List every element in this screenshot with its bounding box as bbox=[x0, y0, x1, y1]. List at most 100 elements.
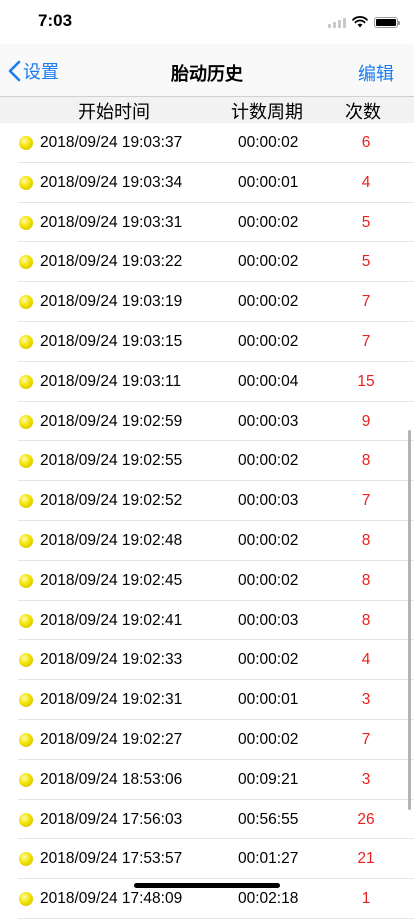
row-period: 00:00:02 bbox=[238, 730, 299, 748]
row-count: 8 bbox=[361, 611, 371, 629]
row-start-time: 2018/09/24 19:03:11 bbox=[40, 372, 182, 390]
movement-dot-icon bbox=[19, 215, 33, 230]
row-period: 00:00:02 bbox=[238, 293, 299, 311]
row-count: 3 bbox=[361, 770, 371, 788]
table-row[interactable]: 2018/09/24 19:03:34 00:00:01 4 bbox=[0, 163, 414, 203]
movement-dot-icon bbox=[19, 136, 33, 150]
table-header: 开始时间 计数周期 次数 bbox=[0, 97, 414, 123]
row-count: 8 bbox=[361, 531, 371, 549]
row-count: 5 bbox=[361, 213, 371, 231]
table-row[interactable]: 2018/09/24 19:03:19 00:00:02 7 bbox=[0, 282, 414, 322]
movement-dot-icon bbox=[19, 175, 33, 190]
row-period: 00:09:21 bbox=[238, 770, 299, 788]
row-period: 00:00:02 bbox=[238, 651, 299, 669]
row-period: 00:02:18 bbox=[238, 890, 299, 908]
row-start-time: 2018/09/24 19:02:33 bbox=[40, 651, 183, 669]
row-start-time: 2018/09/24 17:53:57 bbox=[40, 850, 183, 868]
row-count: 7 bbox=[361, 730, 371, 748]
status-bar: 7:03 bbox=[0, 0, 414, 44]
movement-dot-icon bbox=[19, 653, 33, 668]
movement-dot-icon bbox=[19, 772, 33, 787]
battery-icon bbox=[374, 16, 400, 28]
table-row[interactable]: 2018/09/24 19:02:33 00:00:02 4 bbox=[0, 640, 414, 680]
table-row[interactable]: 2018/09/24 19:03:31 00:00:02 5 bbox=[0, 203, 414, 243]
row-start-time: 2018/09/24 19:03:19 bbox=[40, 293, 183, 311]
row-period: 00:00:01 bbox=[238, 691, 299, 709]
row-count: 3 bbox=[361, 691, 371, 709]
row-start-time: 2018/09/24 19:02:55 bbox=[40, 452, 183, 470]
table-row[interactable]: 2018/09/24 17:53:57 00:01:27 21 bbox=[0, 839, 414, 879]
table-row[interactable]: 2018/09/24 19:02:45 00:00:02 8 bbox=[0, 561, 414, 601]
row-count: 21 bbox=[357, 850, 375, 868]
table-row[interactable]: 2018/09/24 17:56:03 00:56:55 26 bbox=[0, 800, 414, 840]
table-row[interactable]: 2018/09/24 19:02:55 00:00:02 8 bbox=[0, 441, 414, 481]
movement-dot-icon bbox=[19, 334, 33, 349]
row-start-time: 2018/09/24 19:03:31 bbox=[40, 213, 183, 231]
column-header-count: 次数 bbox=[345, 102, 381, 122]
movement-dot-icon bbox=[19, 613, 33, 628]
home-indicator[interactable] bbox=[134, 883, 280, 888]
row-period: 00:00:02 bbox=[238, 452, 299, 470]
table-row[interactable]: 2018/09/24 19:02:52 00:00:03 7 bbox=[0, 481, 414, 521]
table-row[interactable]: 2018/09/24 19:02:59 00:00:03 9 bbox=[0, 402, 414, 442]
table-row[interactable]: 2018/09/24 19:03:11 00:00:04 15 bbox=[0, 362, 414, 402]
battery-level bbox=[376, 18, 396, 26]
row-period: 00:00:02 bbox=[238, 134, 299, 151]
edit-button[interactable]: 编辑 bbox=[358, 60, 394, 86]
row-period: 00:00:02 bbox=[238, 531, 299, 549]
row-start-time: 2018/09/24 19:02:41 bbox=[40, 611, 183, 629]
row-count: 1 bbox=[361, 890, 371, 908]
row-count: 26 bbox=[357, 810, 375, 828]
column-header-start-time: 开始时间 bbox=[78, 102, 150, 122]
movement-dot-icon bbox=[19, 852, 33, 867]
row-count: 5 bbox=[361, 253, 371, 271]
table-row[interactable]: 2018/09/24 19:03:37 00:00:02 6 bbox=[0, 123, 414, 163]
row-count: 6 bbox=[361, 134, 371, 151]
row-count: 4 bbox=[361, 651, 371, 669]
row-period: 00:00:02 bbox=[238, 571, 299, 589]
row-start-time: 2018/09/24 19:02:31 bbox=[40, 691, 183, 709]
row-start-time: 2018/09/24 19:02:59 bbox=[40, 412, 183, 430]
movement-dot-icon bbox=[19, 255, 33, 270]
history-list[interactable]: 2018/09/24 19:03:37 00:00:02 6 2018/09/24 1… bbox=[0, 123, 414, 919]
row-start-time: 2018/09/24 19:02:45 bbox=[40, 571, 183, 589]
movement-dot-icon bbox=[19, 454, 33, 469]
row-count: 8 bbox=[361, 571, 371, 589]
movement-dot-icon bbox=[19, 732, 33, 747]
scrollbar[interactable] bbox=[408, 430, 411, 810]
wifi-icon bbox=[352, 16, 368, 28]
table-row[interactable]: 2018/09/24 19:03:15 00:00:02 7 bbox=[0, 322, 414, 362]
column-header-period: 计数周期 bbox=[231, 102, 303, 122]
row-period: 00:00:02 bbox=[238, 253, 299, 271]
movement-dot-icon bbox=[19, 374, 33, 389]
movement-dot-icon bbox=[19, 892, 33, 907]
row-start-time: 2018/09/24 18:53:06 bbox=[40, 770, 183, 788]
row-start-time: 2018/09/24 19:03:15 bbox=[40, 332, 183, 350]
movement-dot-icon bbox=[19, 573, 33, 588]
movement-dot-icon bbox=[19, 494, 33, 509]
row-start-time: 2018/09/24 19:03:22 bbox=[40, 253, 183, 271]
row-start-time: 2018/09/24 17:56:03 bbox=[40, 810, 183, 828]
row-period: 00:01:27 bbox=[238, 850, 299, 868]
row-period: 00:00:03 bbox=[238, 611, 299, 629]
row-start-time: 2018/09/24 19:02:27 bbox=[40, 730, 183, 748]
cellular-signal-icon bbox=[328, 17, 346, 28]
table-row[interactable]: 2018/09/24 19:02:31 00:00:01 3 bbox=[0, 680, 414, 720]
movement-dot-icon bbox=[19, 693, 33, 708]
table-row[interactable]: 2018/09/24 18:53:06 00:09:21 3 bbox=[0, 760, 414, 800]
movement-dot-icon bbox=[19, 812, 33, 827]
table-row[interactable]: 2018/09/24 19:02:41 00:00:03 8 bbox=[0, 601, 414, 641]
movement-dot-icon bbox=[19, 533, 33, 548]
row-start-time: 2018/09/24 19:02:48 bbox=[40, 531, 183, 549]
row-count: 4 bbox=[361, 173, 371, 191]
row-count: 7 bbox=[361, 492, 371, 510]
movement-dot-icon bbox=[19, 295, 33, 310]
row-period: 00:00:04 bbox=[238, 372, 299, 390]
row-period: 00:00:03 bbox=[238, 492, 299, 510]
status-time: 7:03 bbox=[38, 11, 73, 30]
table-row[interactable]: 2018/09/24 19:02:27 00:00:02 7 bbox=[0, 720, 414, 760]
row-period: 00:00:03 bbox=[238, 412, 299, 430]
table-row[interactable]: 2018/09/24 19:03:22 00:00:02 5 bbox=[0, 242, 414, 282]
table-row[interactable]: 2018/09/24 19:02:48 00:00:02 8 bbox=[0, 521, 414, 561]
movement-dot-icon bbox=[19, 414, 33, 429]
